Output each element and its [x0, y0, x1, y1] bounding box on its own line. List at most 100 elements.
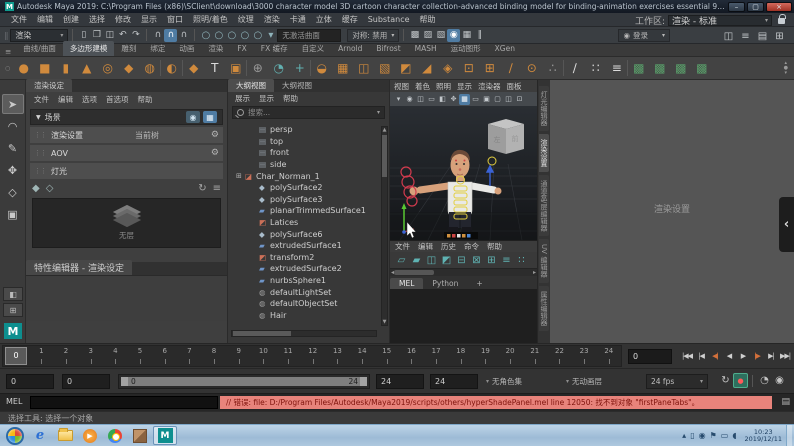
- step-back-key-button[interactable]: ◀|: [708, 348, 722, 364]
- boolean-icon[interactable]: ◒: [311, 58, 332, 79]
- range-end-handle[interactable]: [360, 377, 367, 386]
- property-editor-body[interactable]: [26, 275, 227, 321]
- open-scene-icon[interactable]: ❒: [90, 29, 103, 42]
- outliner-item[interactable]: ▰ extrudedSurface2: [228, 263, 380, 275]
- clear-input-icon[interactable]: ⊟: [454, 254, 469, 267]
- range-slider[interactable]: 0 24: [118, 374, 370, 389]
- step-forward-key-button[interactable]: |▶: [750, 348, 764, 364]
- outliner-item[interactable]: ◩ Latices: [228, 217, 380, 229]
- range-bar[interactable]: 0 24: [121, 377, 367, 386]
- snap-to-grids-icon[interactable]: ∩: [151, 29, 164, 42]
- layer-option-icon[interactable]: ≡: [213, 183, 221, 194]
- safe-action-icon[interactable]: ⊡: [514, 94, 525, 105]
- history-icon[interactable]: ○: [225, 29, 238, 42]
- auto-keyframe-button[interactable]: ●: [733, 373, 748, 388]
- outliner-item[interactable]: ◩ transform2: [228, 252, 380, 264]
- outliner-item[interactable]: ◍ defaultLightSet: [228, 286, 380, 298]
- outliner-item[interactable]: ⊞ ◪ Char_Norman_1: [228, 170, 380, 182]
- time-node-icon[interactable]: ◔: [268, 58, 289, 79]
- lasso-tool[interactable]: ◠: [2, 116, 24, 136]
- internet-explorer-icon[interactable]: e: [28, 426, 52, 445]
- lock-workspace-icon[interactable]: [778, 18, 785, 24]
- create-layer-icon[interactable]: ◆: [32, 183, 40, 194]
- rotate-tool[interactable]: ◇: [2, 182, 24, 202]
- frame-tick[interactable]: 7: [177, 346, 202, 366]
- shelf-tab[interactable]: Arnold: [331, 42, 369, 55]
- menu-item[interactable]: 编辑: [32, 14, 58, 25]
- frame-tick[interactable]: 3: [78, 346, 103, 366]
- frame-tick[interactable]: 2: [54, 346, 79, 366]
- 3d-app-icon[interactable]: [128, 426, 152, 445]
- frame-tick[interactable]: 5: [128, 346, 153, 366]
- frame-tick[interactable]: 13: [325, 346, 350, 366]
- type-text-icon[interactable]: T: [204, 58, 225, 79]
- extract-icon[interactable]: ◩: [395, 58, 416, 79]
- shelf-tab[interactable]: FX 缓存: [254, 41, 295, 56]
- close-button[interactable]: ×: [766, 2, 792, 12]
- field-chart-icon[interactable]: ◫: [503, 94, 514, 105]
- outliner-item[interactable]: ◍ Hair: [228, 310, 380, 322]
- fps-selector[interactable]: 24 fps ▾: [646, 374, 708, 389]
- cached-playback-icon[interactable]: ↻: [718, 373, 733, 388]
- gear-icon[interactable]: ⚙: [211, 130, 219, 140]
- command-input[interactable]: [30, 396, 218, 409]
- outliner-item[interactable]: ◆ polySurface6: [228, 228, 380, 240]
- step-forward-frame-button[interactable]: ▶|: [764, 348, 778, 364]
- render-settings-icon[interactable]: ◉: [447, 29, 460, 42]
- new-scene-icon[interactable]: ▯: [77, 29, 90, 42]
- animation-start-field[interactable]: 0: [6, 374, 54, 389]
- menu-item[interactable]: 修改: [110, 14, 136, 25]
- drag-grip[interactable]: ||: [4, 31, 7, 40]
- frame-tick[interactable]: 1: [29, 346, 54, 366]
- current-frame-marker[interactable]: 0: [5, 347, 27, 365]
- menu-item[interactable]: 显示: [259, 93, 274, 104]
- origin-locator-icon[interactable]: +: [289, 58, 310, 79]
- dock-vertical-tab[interactable]: UV 编辑器: [539, 239, 549, 282]
- load-script-icon[interactable]: ▰: [409, 254, 424, 267]
- menu-item[interactable]: 文件: [6, 14, 32, 25]
- super-shape-icon[interactable]: ◆: [183, 58, 204, 79]
- shelf-tab[interactable]: 多边形建模: [63, 41, 115, 56]
- outliner-tab[interactable]: 大纲视图: [274, 79, 320, 92]
- shelf-tab[interactable]: 曲线/曲面: [16, 41, 63, 56]
- construction-history-icon[interactable]: ○: [238, 29, 251, 42]
- insert-edge-loop-icon[interactable]: ∷: [585, 58, 606, 79]
- shelf-tab[interactable]: Bifrost: [369, 42, 407, 55]
- separate-icon[interactable]: ◫: [353, 58, 374, 79]
- outliner-item[interactable]: ▤ top: [228, 136, 380, 148]
- dock-vertical-tab[interactable]: 渲染设置: [539, 134, 549, 172]
- poly-cone-icon[interactable]: ▲: [76, 58, 97, 79]
- display-tray-icon[interactable]: ▭: [721, 431, 729, 440]
- expand-panel-button[interactable]: ‹: [779, 197, 794, 252]
- shelf-tab[interactable]: 雕刻: [114, 41, 143, 56]
- command-language-toggle[interactable]: MEL: [6, 397, 22, 406]
- bevel-icon[interactable]: ◢: [416, 58, 437, 79]
- render-current-frame-icon[interactable]: ▩: [408, 29, 421, 42]
- bookmark-icon[interactable]: ▭: [426, 94, 437, 105]
- shelf-tab[interactable]: 动画: [172, 41, 201, 56]
- media-player-icon[interactable]: ▶: [78, 426, 102, 445]
- save-script-icon[interactable]: ◫: [424, 254, 439, 267]
- timeline-track[interactable]: 0 12345678910111213141516171819202122232…: [2, 345, 622, 367]
- frame-tick[interactable]: 6: [152, 346, 177, 366]
- minimize-button[interactable]: –: [728, 2, 745, 12]
- menu-item[interactable]: 创建: [58, 14, 84, 25]
- character-set-selector[interactable]: ▾ 无角色集: [486, 374, 522, 389]
- paint-select-tool[interactable]: ✎: [2, 138, 24, 158]
- construction-plane-icon[interactable]: ⊕: [247, 58, 268, 79]
- script-editor-icon[interactable]: ▤: [781, 397, 790, 407]
- render-setup-row[interactable]: ⋮⋮ AOV ⚙: [30, 145, 223, 161]
- light-editor-icon[interactable]: ▦: [460, 29, 473, 42]
- menu-item[interactable]: 面板: [507, 81, 522, 92]
- redo-icon[interactable]: ↷: [129, 29, 142, 42]
- outliner-item[interactable]: ◍ defaultObjectSet: [228, 298, 380, 310]
- scroll-up-arrow[interactable]: ▲: [382, 127, 387, 133]
- outliner-item[interactable]: ▰ planarTrimmedSurface1: [228, 205, 380, 217]
- pause-icon[interactable]: ‖: [473, 29, 486, 42]
- render-setup-row[interactable]: ⋮⋮ 渲染设置 当前树 ⚙: [30, 127, 223, 143]
- menu-item[interactable]: 渲染: [259, 14, 285, 25]
- relax-sculpt-icon[interactable]: ▩: [691, 58, 712, 79]
- menu-item[interactable]: 帮助: [415, 14, 441, 25]
- ipr-render-icon[interactable]: ▨: [421, 29, 434, 42]
- menu-item[interactable]: 编辑: [58, 94, 73, 105]
